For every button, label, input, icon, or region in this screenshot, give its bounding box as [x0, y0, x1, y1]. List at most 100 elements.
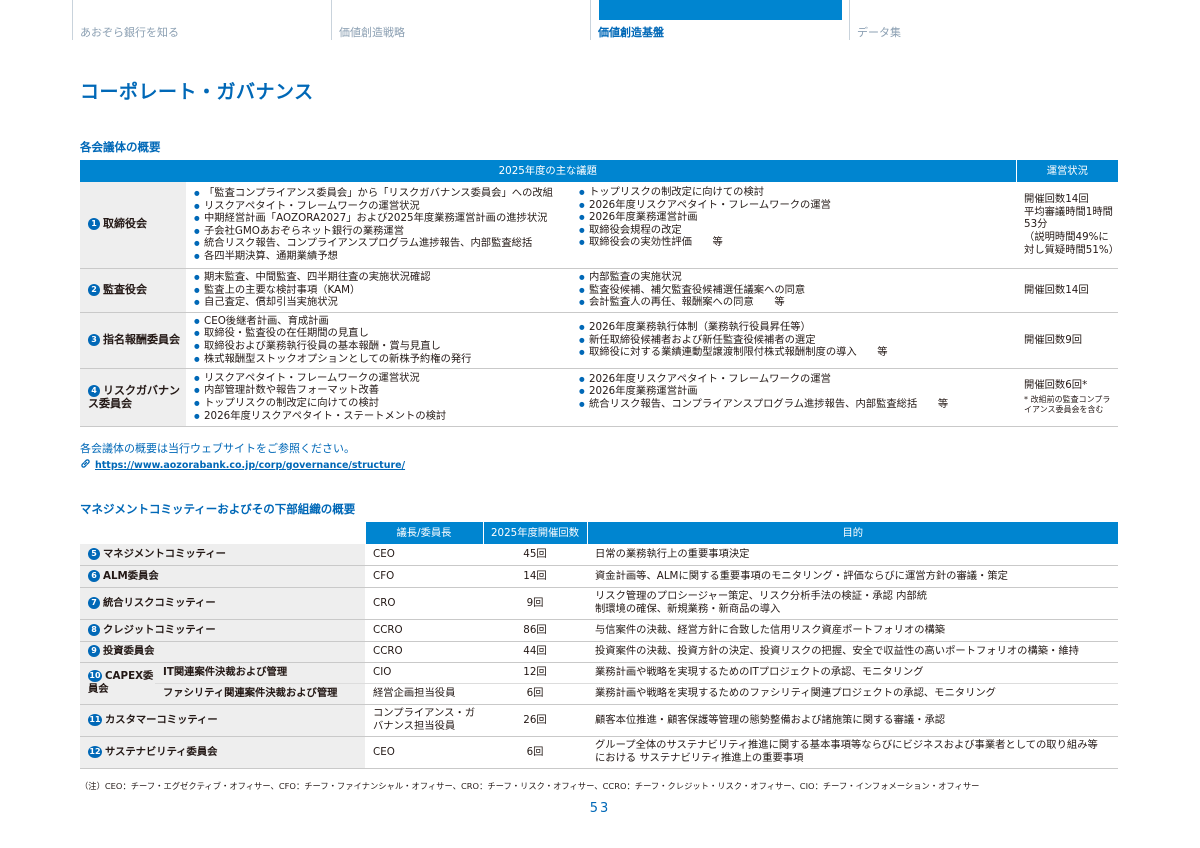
status-text: 開催回数14回: [1024, 283, 1089, 296]
number-badge: 1: [88, 218, 100, 231]
list-item: リスクアペタイト・フレームワークの運営状況: [194, 372, 579, 385]
chair-cell: CCRO: [365, 619, 483, 642]
header-blank: [80, 522, 365, 544]
meeting-bodies-table: 2025年度の主な議題 運営状況 1取締役会 「監査コンプライアンス委員会」から…: [80, 160, 1119, 427]
abbreviation-footnote: （注）CEO：チーフ・エグゼクティブ・オフィサー、CFO：チーフ・ファイナンシャ…: [80, 781, 980, 791]
table-row: 3指名報酬委員会 CEO後継者計画、育成計画 取締役・監査役の在任期間の見直し …: [80, 312, 1119, 369]
number-badge: 7: [88, 596, 100, 609]
count-cell: 45回: [483, 544, 587, 566]
agenda-left: CEO後継者計画、育成計画 取締役・監査役の在任期間の見直し 取締役および業務執…: [186, 312, 579, 369]
section-title-bodies: 各会議体の概要: [80, 140, 161, 154]
nav-tab-foundation[interactable]: 価値創造基盤: [590, 0, 849, 40]
status-text: 開催回数6回*: [1024, 379, 1088, 392]
list-item: 内部管理計数や報告フォーマット改善: [194, 384, 579, 397]
purpose-cell: 顧客本位推進・顧客保護等管理の態勢整備および諸施策に関する審議・承認: [587, 704, 1118, 737]
committee-name: 5 マネジメントコミッティー: [80, 544, 365, 566]
list-item: 子会社GMOあおぞらネット銀行の業務運営: [194, 225, 579, 238]
status-cell: 開催回数14回: [1016, 268, 1119, 313]
count-cell: 86回: [483, 619, 587, 642]
list-item: リスクアペタイト・フレームワークの運営状況: [194, 200, 579, 213]
agenda-right: 内部監査の実施状況 監査役候補、補欠監査役候補選任議案への同意 会計監査人の再任…: [579, 268, 1017, 313]
status-text: 開催回数9回: [1024, 333, 1083, 346]
body-name: 2 監査役会: [80, 268, 186, 313]
committee-name: 7 統合リスクコミッティー: [80, 587, 365, 620]
list-item: 「監査コンプライアンス委員会」から「リスクガバナンス委員会」への改組: [194, 187, 579, 200]
list-item: トップリスクの制改定に向けての検討: [194, 397, 579, 410]
committee-name-text: 統合リスクコミッティー: [103, 596, 216, 609]
table-row: 1取締役会 「監査コンプライアンス委員会」から「リスクガバナンス委員会」への改組…: [80, 182, 1119, 269]
committee-name-text: カスタマーコミッティー: [105, 713, 218, 726]
page-title: コーポレート・ガバナンス: [80, 81, 314, 103]
website-reference-text: 各会議体の概要は当行ウェブサイトをご参照ください。: [80, 442, 355, 455]
number-badge: 6: [88, 569, 100, 582]
agenda-left: 「監査コンプライアンス委員会」から「リスクガバナンス委員会」への改組 リスクアペ…: [186, 182, 579, 269]
header-chair: 議長/委員長: [364, 522, 483, 544]
count-cell: 12回: [483, 662, 587, 684]
body-name: 4 リスクガバナンス委員会: [80, 368, 186, 427]
body-name-text: 指名報酬委員会: [103, 332, 180, 346]
header-agenda: 2025年度の主な議題: [80, 160, 1017, 182]
purpose-cell: 与信案件の決裁、経営方針に合致した信用リスク資産ポートフォリオの構築: [587, 619, 1118, 642]
table-row: 10 CAPEX委員会 IT関連案件決裁および管理 CIO 12回 業務計画や戦略…: [80, 662, 1118, 705]
header-count: 2025年度開催回数: [482, 522, 587, 544]
list-item: 新任取締役候補者および新任監査役候補者の選定: [579, 334, 1016, 347]
committee-name-text: サステナビリティ委員会: [105, 745, 218, 758]
body-name-text: 取締役会: [103, 217, 147, 231]
header-purpose: 目的: [586, 522, 1118, 544]
link-url[interactable]: https://www.aozorabank.co.jp/corp/govern…: [95, 460, 405, 471]
list-item: 監査上の主要な検討事項（KAM）: [194, 284, 579, 297]
nav-tab-strategy[interactable]: 価値創造戦略: [331, 0, 590, 40]
list-item: 統合リスク報告、コンプライアンスプログラム進捗報告、内部監査総括 等: [579, 398, 1016, 411]
list-item: CEO後継者計画、育成計画: [194, 315, 579, 328]
chair-cell: CIO: [365, 662, 483, 684]
number-badge: 3: [88, 333, 100, 346]
list-item: 2026年度業務運営計画: [579, 385, 1016, 398]
table-row: 11 カスタマーコミッティー コンプライアンス・ガバナンス担当役員 26回 顧客本…: [80, 704, 1118, 737]
list-item: 統合リスク報告、コンプライアンスプログラム進捗報告、内部監査総括: [194, 237, 579, 250]
list-item: 内部監査の実施状況: [579, 271, 1016, 284]
status-text: 平均審議時間1時間53分: [1024, 205, 1113, 231]
table-row: 12 サステナビリティ委員会 CEO 6回 グループ全体のサステナビリティ推進に関…: [80, 736, 1118, 769]
table-row: 2監査役会 期末監査、中間監査、四半期往査の実施状況確認 監査上の主要な検討事項…: [80, 268, 1119, 313]
list-item: 各四半期決算、通期業績予想: [194, 250, 579, 263]
purpose-cell: リスク管理のプロシージャー策定、リスク分析手法の検証・承認 内部統制環境の確保、…: [587, 587, 1118, 620]
purpose-cell: 投資案件の決裁、投資方針の決定、投資リスクの把握、安全で収益性の高いポートフォリ…: [587, 641, 1118, 663]
active-tab-indicator: [599, 0, 842, 20]
list-item: 会計監査人の再任、報酬案への同意 等: [579, 296, 1016, 309]
number-badge: 9: [88, 645, 100, 658]
top-navigation: あおぞら銀行を知る 価値創造戦略 価値創造基盤 データ集: [72, 0, 1128, 40]
committee-name: 8 クレジットコミッティー: [80, 619, 365, 642]
agenda-right: トップリスクの制改定に向けての検討 2026年度リスクアペタイト・フレームワーク…: [579, 182, 1017, 269]
nav-tab-about[interactable]: あおぞら銀行を知る: [72, 0, 331, 40]
list-item: 2026年度リスクアペタイト・フレームワークの運営: [579, 373, 1016, 386]
committee-name-text: クレジットコミッティー: [103, 623, 216, 636]
table-row: 9 投資委員会 CCRO 44回 投資案件の決裁、投資方針の決定、投資リスクの把握…: [80, 641, 1118, 663]
list-item: トップリスクの制改定に向けての検討: [579, 186, 1016, 199]
committee-name: 11 カスタマーコミッティー: [80, 704, 365, 737]
chair-cell: 経営企画担当役員: [365, 683, 483, 705]
chair-cell: CCRO: [365, 641, 483, 663]
agenda-left: 期末監査、中間監査、四半期往査の実施状況確認 監査上の主要な検討事項（KAM） …: [186, 268, 579, 313]
committee-name-text: 投資委員会: [103, 645, 155, 658]
nav-tab-label: あおぞら銀行を知る: [80, 26, 179, 39]
status-cell: 開催回数6回* * 改組前の監査コンプライアンス委員会を含む: [1016, 368, 1119, 427]
governance-link[interactable]: https://www.aozorabank.co.jp/corp/govern…: [80, 458, 405, 471]
body-name-text: リスクガバナンス委員会: [88, 384, 180, 410]
nav-tab-label: 価値創造戦略: [339, 26, 405, 39]
chair-cell: CRO: [365, 587, 483, 620]
purpose-cell: グループ全体のサステナビリティ推進に関する基本事項等ならびにビジネスおよび事業者…: [587, 736, 1118, 769]
committee-name: 9 投資委員会: [80, 641, 365, 663]
status-note: * 改組前の監査コンプライアンス委員会を含む: [1024, 394, 1111, 414]
page-number: 53: [589, 801, 611, 816]
agenda-right: 2026年度リスクアペタイト・フレームワークの運営 2026年度業務運営計画 統…: [579, 368, 1017, 427]
list-item: 監査役候補、補欠監査役候補選任議案への同意: [579, 284, 1016, 297]
list-item: 取締役・監査役の在任期間の見直し: [194, 327, 579, 340]
status-text: 開催回数14回: [1024, 193, 1089, 206]
purpose-cell: 資金計画等、ALMに関する重要事項のモニタリング・評価ならびに運営方針の審議・策…: [587, 565, 1118, 588]
agenda-left: リスクアペタイト・フレームワークの運営状況 内部管理計数や報告フォーマット改善 …: [186, 368, 579, 427]
header-status: 運営状況: [1015, 160, 1119, 182]
list-item: 2026年度リスクアペタイト・フレームワークの運営: [579, 199, 1016, 212]
nav-tab-data[interactable]: データ集: [849, 0, 1128, 40]
status-cell: 開催回数14回 平均審議時間1時間53分 （説明時間49%に対し質疑時間51%）: [1016, 182, 1119, 269]
table-row: ファシリティ関連案件決裁および管理 経営企画担当役員 6回 業務計画や戦略を実現…: [80, 683, 1118, 705]
